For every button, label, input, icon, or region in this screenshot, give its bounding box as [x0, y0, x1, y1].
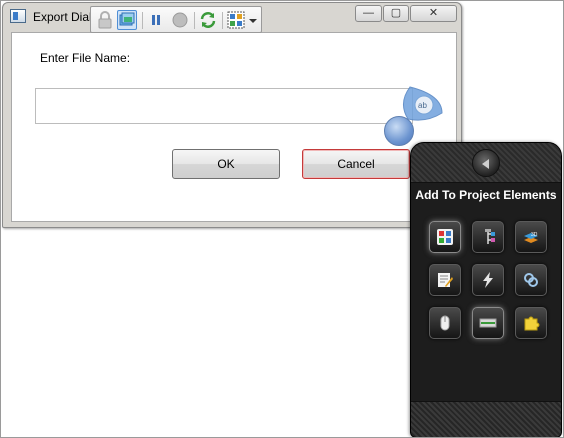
- adorner-circle-icon[interactable]: [384, 116, 414, 146]
- elements-icon: [436, 228, 454, 246]
- add-elements-panel: Add To Project Elements 3D: [410, 142, 562, 437]
- maximize-icon: ▢: [390, 7, 402, 19]
- tile-link[interactable]: [515, 264, 547, 296]
- screen: Export Dialog — ▢ ✕ Enter File Name: OK …: [0, 0, 564, 438]
- minimize-button[interactable]: —: [355, 5, 382, 22]
- tile-elements[interactable]: [429, 221, 461, 253]
- 3d-layers-icon: 3D: [522, 228, 540, 246]
- puzzle-icon: [522, 314, 540, 332]
- lightning-icon: [479, 271, 497, 289]
- lock-icon[interactable]: [95, 10, 115, 30]
- svg-text:ab: ab: [418, 101, 427, 110]
- cancel-button[interactable]: Cancel: [302, 149, 410, 179]
- ok-button[interactable]: OK: [172, 149, 280, 179]
- refresh-icon[interactable]: [198, 10, 218, 30]
- record-icon[interactable]: [170, 10, 190, 30]
- edit-icon: [436, 271, 454, 289]
- tile-edit[interactable]: [429, 264, 461, 296]
- panel-header-texture: [411, 143, 561, 183]
- tile-mouse[interactable]: [429, 307, 461, 339]
- toolbar-separator: [142, 12, 143, 29]
- close-button[interactable]: ✕: [410, 5, 457, 22]
- export-dialog-window: Export Dialog — ▢ ✕ Enter File Name: OK …: [2, 2, 462, 228]
- file-name-label: Enter File Name:: [40, 51, 131, 65]
- pause-icon[interactable]: [146, 10, 166, 30]
- tile-bar[interactable]: [472, 307, 504, 339]
- tree-icon: [479, 228, 497, 246]
- tile-tree[interactable]: [472, 221, 504, 253]
- window-select-icon[interactable]: [117, 10, 137, 30]
- panel-title: Add To Project Elements: [415, 188, 557, 202]
- mouse-icon: [436, 314, 454, 332]
- dropdown-arrow-icon[interactable]: [247, 10, 259, 30]
- minimize-icon: —: [363, 7, 374, 19]
- grid-options-icon[interactable]: [226, 10, 246, 30]
- panel-footer-texture: [411, 401, 561, 437]
- tile-lightning[interactable]: [472, 264, 504, 296]
- link-icon: [522, 271, 540, 289]
- debug-toolbar: [90, 6, 262, 33]
- file-name-input[interactable]: [35, 88, 413, 124]
- collapse-arrow-icon[interactable]: [472, 149, 500, 177]
- maximize-button[interactable]: ▢: [383, 5, 409, 22]
- toolbar-separator: [194, 12, 195, 29]
- tile-3d[interactable]: 3D: [515, 221, 547, 253]
- app-icon: [10, 9, 26, 23]
- toolbar-separator: [222, 12, 223, 29]
- close-icon: ✕: [428, 7, 439, 19]
- bar-icon: [479, 314, 497, 332]
- tile-puzzle[interactable]: [515, 307, 547, 339]
- svg-text:3D: 3D: [531, 232, 538, 238]
